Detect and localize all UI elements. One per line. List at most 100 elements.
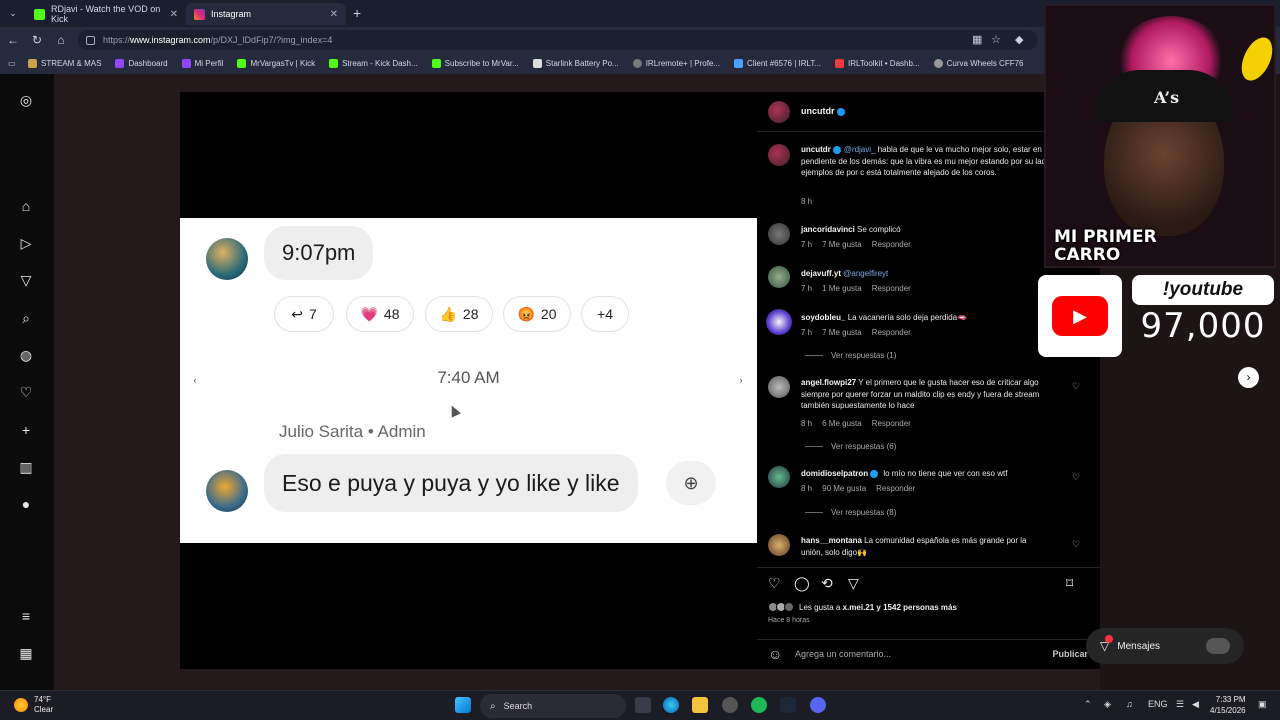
bookmark-irlremote[interactable]: IRLremote+ | Profe... [632,59,720,68]
home-icon[interactable]: ⌂ [18,198,34,214]
bookmark-dashboard[interactable]: Dashboard [115,59,168,68]
bookmark-irltoolkit[interactable]: IRLToolkit • Dashb... [835,59,920,68]
likes-summary[interactable]: Les gusta a x.mei.21 y 1542 personas más [768,602,957,612]
like-heart-icon[interactable]: ♡ [768,575,781,592]
reply-button[interactable]: Responder [872,328,911,337]
like-comment-heart-icon[interactable]: ♡ [1072,472,1080,483]
reels-icon[interactable]: ▷ [18,235,34,251]
network-tray-icon[interactable]: ◈ [1104,699,1111,710]
caption-mention[interactable]: @rdjavi_ [844,145,876,154]
emoji-icon[interactable]: ☺ [768,646,782,662]
comment-likes[interactable]: 90 Me gusta [822,484,866,493]
owner-username[interactable]: uncutdr [801,106,848,116]
reply-button[interactable]: Responder [876,484,915,493]
notifications-heart-icon[interactable]: ♡ [18,384,34,400]
comment-likes[interactable]: 7 Me gusta [822,240,862,249]
language-indicator[interactable]: ENG [1148,699,1168,709]
comment-likes[interactable]: 1 Me gusta [822,284,862,293]
reply-button[interactable]: Responder [872,240,911,249]
more-menu-icon[interactable]: ≡ [18,608,34,624]
start-windows-icon[interactable] [455,697,471,713]
comment-avatar[interactable] [766,309,792,335]
bookmark-mrvargas-kick[interactable]: MrVargasTv | Kick [237,59,315,68]
carousel-prev-icon[interactable]: ‹ [187,372,203,388]
weather-widget[interactable]: 74°F Clear [14,695,53,715]
comment-username[interactable]: domidioselpatron [801,469,868,478]
comment-likes[interactable]: 6 Me gusta [822,419,862,428]
tray-overflow-icon[interactable]: ⌃ [1084,699,1092,710]
close-tab-icon[interactable]: ✕ [170,9,178,20]
comment-mention[interactable]: @angelfireyt [843,269,888,278]
microphone-icon[interactable]: ♫ [1126,699,1133,709]
create-plus-icon[interactable]: + [18,422,34,438]
comment-avatar[interactable] [768,376,790,398]
tab-kick[interactable]: RDjavi - Watch the VOD on Kick ✕ [26,3,186,25]
tab-list-chevron-icon[interactable]: ⌄ [6,6,20,20]
system-clock[interactable]: 7:33 PM 4/15/2026 [1210,694,1246,716]
reply-button[interactable]: Responder [872,284,911,293]
comment-input[interactable]: Agrega un comentario... [795,649,891,659]
view-replies-button[interactable]: Ver respuestas (1) [805,351,896,360]
messages-button[interactable]: ▽ Mensajes [1086,628,1244,664]
direct-message-icon[interactable]: ▽ [18,272,34,288]
taskbar-search[interactable]: ⌕ Search [480,694,626,718]
like-comment-heart-icon[interactable]: ♡ [1072,539,1080,550]
new-tab-icon[interactable]: + [353,5,361,21]
obs-icon[interactable] [722,697,738,713]
comment-username[interactable]: hans__montana [801,536,862,545]
comment-bubble-icon[interactable]: ◯ [794,575,810,592]
bookmark-curva[interactable]: Curva Wheels CFF76 [933,59,1024,68]
instagram-logo-icon[interactable]: ◎ [18,92,34,108]
favorite-star-icon[interactable]: ☆ [991,33,1001,46]
explore-icon[interactable]: ◍ [18,347,34,363]
bookmark-stream[interactable]: STREAM & MAS [28,59,101,68]
comment-avatar[interactable] [768,466,790,488]
like-comment-heart-icon[interactable]: ♡ [1072,381,1080,392]
sidebar-toggle-icon[interactable]: ▭ [8,59,16,68]
search-icon[interactable]: ⌕ [18,310,34,326]
spotify-icon[interactable] [751,697,767,713]
owner-avatar[interactable] [768,101,790,123]
bookmark-client[interactable]: Client #6576 | IRLT... [734,59,821,68]
comment-avatar[interactable] [768,534,790,556]
comment-likes[interactable]: 7 Me gusta [822,328,862,337]
discord-icon[interactable] [810,697,826,713]
repost-icon[interactable]: ⟲ [821,575,833,592]
dashboard-icon[interactable]: ▥ [18,459,34,475]
bookmark-mi-perfil[interactable]: Mi Perfil [181,59,223,68]
publish-button[interactable]: Publicar [1052,649,1088,659]
site-info-icon[interactable] [86,35,95,45]
reply-button[interactable]: Responder [872,419,911,428]
comment-username[interactable]: soydobleu_ [801,313,845,322]
carousel-next-icon[interactable]: › [733,372,749,388]
reader-mode-icon[interactable]: ▦ [972,33,982,46]
save-bookmark-icon[interactable]: ⌑ [1066,575,1073,592]
caption-username[interactable]: uncutdr [801,145,831,154]
share-send-icon[interactable]: ▽ [848,575,859,592]
apps-grid-icon[interactable]: ▦ [18,645,34,661]
comment-username[interactable]: angel.flowpi27 [801,378,856,387]
reload-icon[interactable]: ↻ [30,33,44,47]
view-replies-button[interactable]: Ver respuestas (6) [805,442,896,451]
comment-avatar[interactable] [768,223,790,245]
bookmark-kick-dash[interactable]: Stream - Kick Dash... [329,59,418,68]
notification-bell-icon[interactable]: ▣ [1258,699,1267,710]
comment-username[interactable]: jancoridavinci [801,225,855,234]
edge-browser-icon[interactable] [663,697,679,713]
steam-icon[interactable] [780,697,796,713]
file-explorer-icon[interactable] [692,697,708,713]
volume-icon[interactable]: ◀ [1192,699,1199,710]
next-post-chevron-icon[interactable]: › [1238,367,1259,388]
comment-avatar[interactable] [768,266,790,288]
bookmark-subscribe[interactable]: Subscribe to MrVar... [431,59,519,68]
extension-icon[interactable]: ◆ [1015,33,1023,46]
back-icon[interactable]: ← [6,33,20,47]
url-field[interactable]: https://www.instagram.com/p/DXJ_lDdFip7/… [78,30,1038,50]
task-view-icon[interactable] [635,697,651,713]
close-tab-icon[interactable]: ✕ [330,9,338,20]
wifi-icon[interactable]: ☰ [1176,699,1184,710]
tab-instagram[interactable]: Instagram ✕ [186,3,346,25]
comment-username[interactable]: dejavuff.yt [801,269,841,278]
profile-avatar-icon[interactable]: ● [18,496,34,512]
bookmark-starlink[interactable]: Starlink Battery Po... [532,59,619,68]
